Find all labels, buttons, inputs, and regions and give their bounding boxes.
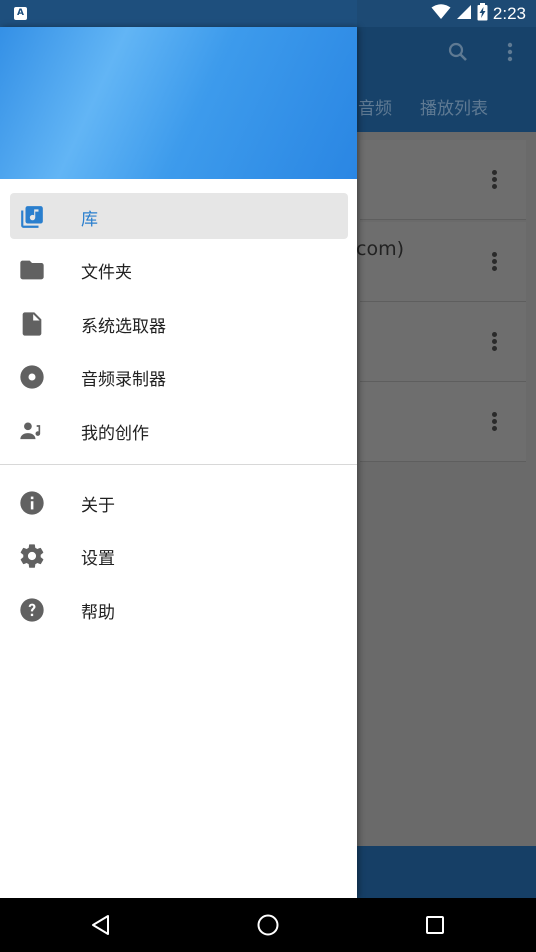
back-icon[interactable]: [86, 910, 116, 940]
list-item[interactable]: [360, 140, 526, 220]
help-icon: [18, 596, 46, 624]
tab-playlists[interactable]: 播放列表: [420, 94, 488, 119]
drawer-item-about[interactable]: 关于: [10, 479, 348, 525]
drawer-item-my-creations[interactable]: 我的创作: [10, 407, 348, 453]
drawer-divider: [0, 464, 357, 465]
drawer-item-label: 音频录制器: [81, 370, 166, 390]
drawer-item-system-picker[interactable]: 系统选取器: [10, 300, 348, 346]
drawer-item-label: 设置: [81, 549, 115, 569]
drawer-item-label: 关于: [81, 496, 115, 516]
system-navigation-bar: [0, 898, 536, 952]
drawer-item-label: 帮助: [81, 603, 115, 623]
list-item-text-fragment: com): [356, 238, 404, 260]
info-icon: [18, 489, 46, 517]
person-music-icon: [18, 417, 46, 445]
drawer-item-audio-recorder[interactable]: 音频录制器: [10, 353, 348, 399]
wifi-icon: [431, 4, 451, 24]
record-disc-icon: [18, 363, 46, 391]
folder-icon: [18, 256, 46, 284]
list-item[interactable]: [360, 302, 526, 382]
recents-icon[interactable]: [420, 910, 450, 940]
settings-gear-icon: [18, 542, 46, 570]
more-vert-icon[interactable]: [500, 40, 528, 68]
signal-icon: [456, 4, 472, 24]
list-item[interactable]: [360, 382, 526, 462]
tab-audio[interactable]: 音频: [358, 94, 392, 119]
drawer-item-help[interactable]: 帮助: [10, 586, 348, 632]
more-vert-icon[interactable]: [492, 412, 498, 433]
status-bar: A 2:23: [0, 0, 536, 27]
battery-charging-icon: [477, 3, 488, 25]
status-bar-drawer-section: A: [0, 0, 357, 27]
status-icons: 2:23: [431, 3, 526, 25]
drawer-item-label: 文件夹: [81, 263, 132, 283]
file-icon: [18, 310, 46, 338]
navigation-drawer: 库 文件夹 系统选取器 音频录制器 我的创作 关于 设置 帮助: [0, 27, 357, 898]
home-icon[interactable]: [253, 910, 283, 940]
notification-icon: A: [14, 7, 27, 20]
list-item[interactable]: [360, 222, 526, 302]
drawer-item-label: 我的创作: [81, 424, 149, 444]
more-vert-icon[interactable]: [492, 252, 498, 273]
drawer-header: [0, 27, 357, 179]
search-icon[interactable]: [446, 40, 474, 68]
status-time: 2:23: [492, 4, 526, 23]
drawer-item-label: 系统选取器: [81, 317, 166, 337]
drawer-item-folders[interactable]: 文件夹: [10, 246, 348, 292]
more-vert-icon[interactable]: [492, 170, 498, 191]
library-music-icon: [18, 203, 46, 231]
more-vert-icon[interactable]: [492, 332, 498, 353]
drawer-item-label: 库: [81, 210, 98, 230]
drawer-item-settings[interactable]: 设置: [10, 532, 348, 578]
drawer-item-library[interactable]: 库: [10, 193, 348, 239]
